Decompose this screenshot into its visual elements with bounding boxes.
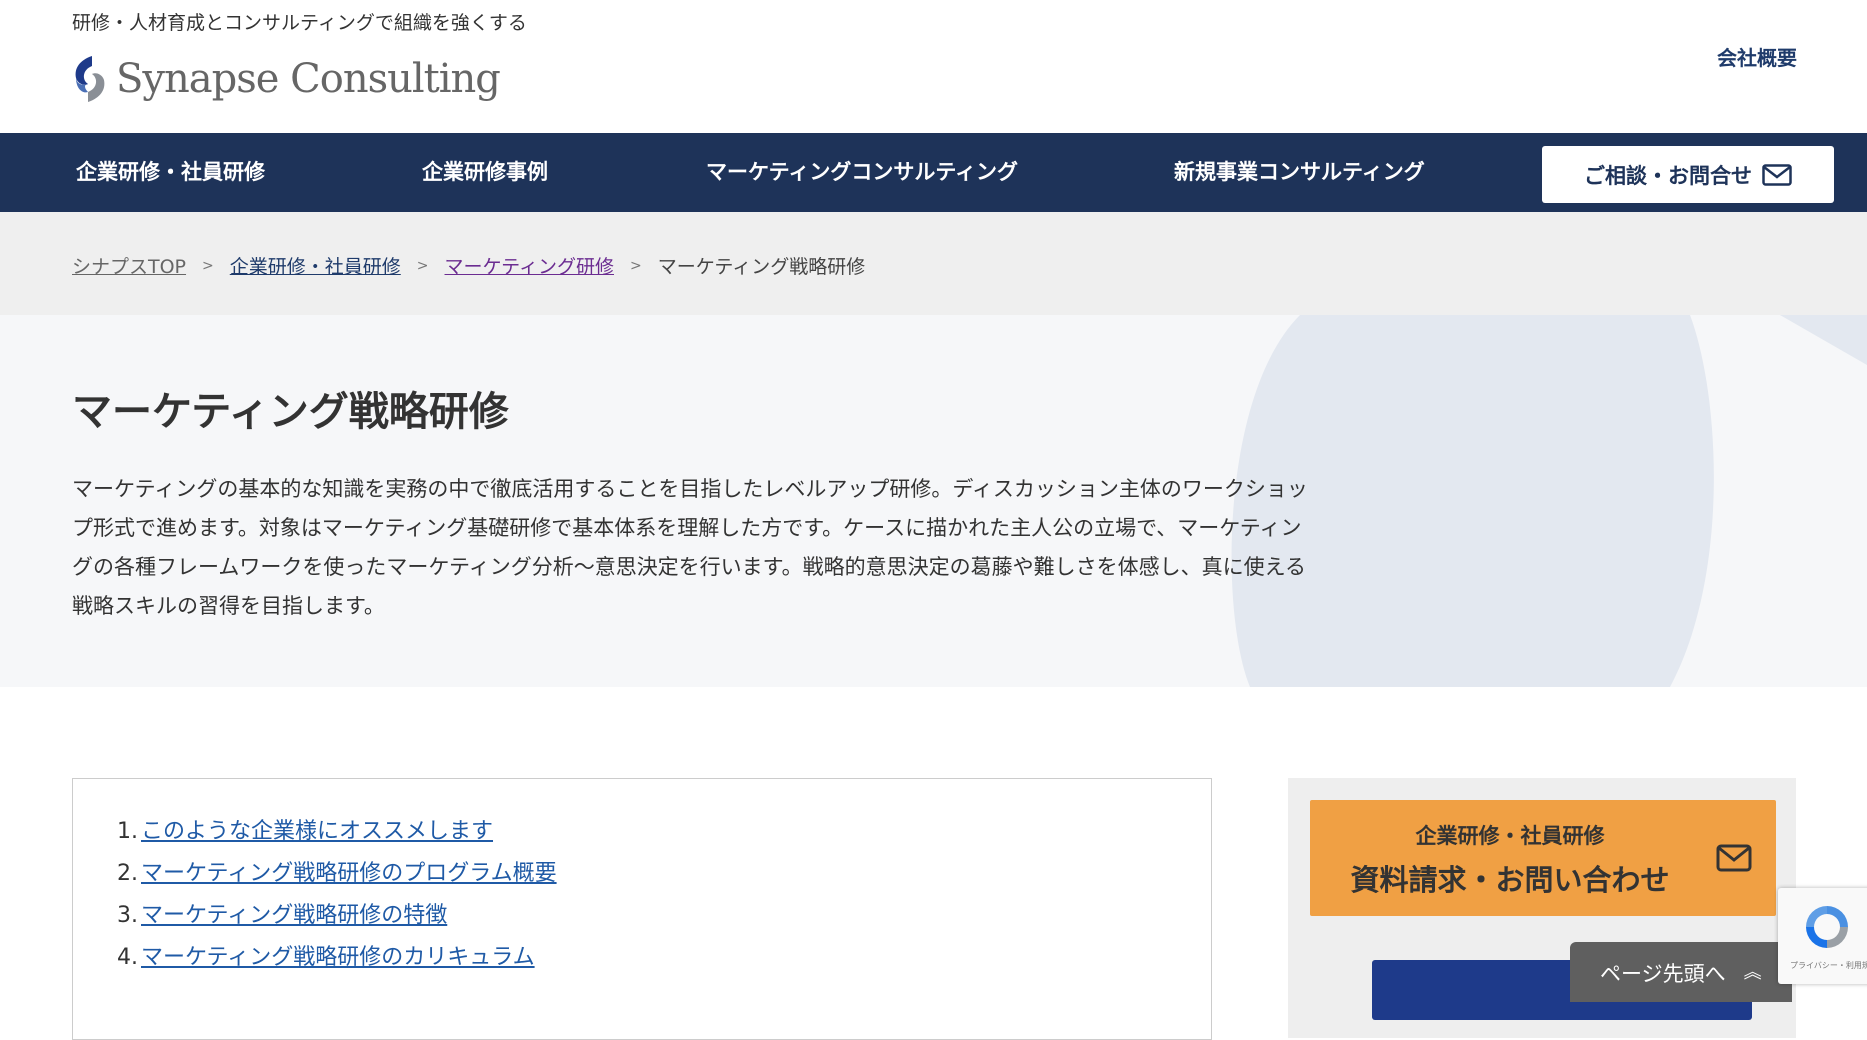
site-tagline: 研修・人材育成とコンサルティングで組織を強くする [72,12,527,34]
toc-item: 1. このような企業様にオススメします [117,811,557,853]
recaptcha-badge[interactable]: プライバシー・利用規約 [1778,888,1867,984]
contact-button-label: ご相談・お問合せ [1584,163,1752,188]
breadcrumb-marketing-training-link[interactable]: マーケティング研修 [445,252,614,279]
breadcrumb: シナプスTOP > 企業研修・社員研修 > マーケティング研修 > マーケティン… [0,212,1867,315]
site-header: 研修・人材育成とコンサルティングで組織を強くする Synapse Consult… [0,0,1867,133]
request-materials-label: 資料請求・お問い合わせ [1350,863,1670,897]
nav-item-marketing-consulting[interactable]: マーケティングコンサルティング [706,133,1018,212]
recaptcha-icon [1806,906,1848,948]
toc-item: 4. マーケティング戦略研修のカリキュラム [117,937,557,979]
toc-link-recommended[interactable]: このような企業様にオススメします [141,819,493,844]
toc-item-number: 3. [117,903,138,928]
page-title: マーケティング戦略研修 [72,389,509,435]
main-nav: 企業研修・社員研修 企業研修事例 マーケティングコンサルティング 新規事業コンサ… [0,133,1867,212]
breadcrumb-separator: > [416,257,429,274]
breadcrumb-separator: > [202,257,214,274]
toc-item: 3. マーケティング戦略研修の特徴 [117,895,557,937]
breadcrumb-corporate-training-link[interactable]: 企業研修・社員研修 [230,252,401,279]
toc-item: 2. マーケティング戦略研修のプログラム概要 [117,853,557,895]
recaptcha-text[interactable]: プライバシー・利用規約 [1790,960,1867,971]
nav-item-training-cases[interactable]: 企業研修事例 [422,133,548,212]
toc-item-number: 2. [117,861,138,886]
table-of-contents: 1. このような企業様にオススメします 2. マーケティング戦略研修のプログラム概要… [72,778,1212,1040]
mail-icon [1762,163,1792,186]
toc-link-program-overview[interactable]: マーケティング戦略研修のプログラム概要 [141,861,557,886]
page-description: マーケティングの基本的な知識を実務の中で徹底活用することを目指したレベルアップ研… [72,477,1308,618]
nav-item-new-business-consulting[interactable]: 新規事業コンサルティング [1174,133,1425,212]
breadcrumb-home-link[interactable]: シナプスTOP [72,252,186,279]
request-materials-subtitle: 企業研修・社員研修 [1415,824,1605,848]
page-top-label: ページ先頭へ [1600,962,1726,986]
mail-icon [1716,844,1752,872]
logo-text: Synapse Consulting [116,56,501,102]
toc-link-features[interactable]: マーケティング戦略研修の特徴 [141,903,447,928]
toc-item-number: 4. [117,945,138,970]
site-logo[interactable]: Synapse Consulting [70,52,501,106]
company-overview-link[interactable]: 会社概要 [1717,42,1797,71]
request-materials-button[interactable]: 企業研修・社員研修 資料請求・お問い合わせ [1310,800,1776,916]
hero-section: マーケティング戦略研修 マーケティングの基本的な知識を実務の中で徹底活用すること… [0,315,1867,687]
contact-button[interactable]: ご相談・お問合せ [1542,146,1834,203]
toc-item-number: 1. [117,819,138,844]
page-top-button[interactable]: ページ先頭へ ︽ [1570,942,1792,1002]
breadcrumb-separator: > [630,257,642,274]
double-chevron-up-icon: ︽ [1743,962,1762,983]
toc-link-curriculum[interactable]: マーケティング戦略研修のカリキュラム [141,945,535,970]
breadcrumb-current: マーケティング戦略研修 [657,256,866,278]
nav-item-corporate-training[interactable]: 企業研修・社員研修 [76,133,265,212]
synapse-logo-icon [75,56,105,102]
